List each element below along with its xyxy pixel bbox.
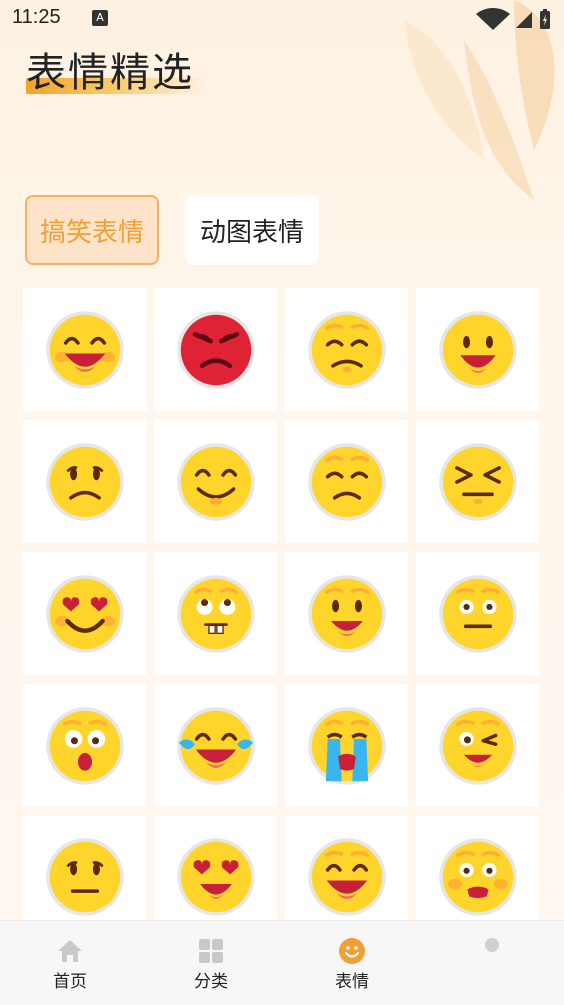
battery-icon <box>540 9 550 29</box>
dot-icon <box>485 938 499 952</box>
emoji-cell[interactable] <box>416 816 539 920</box>
emoji-cell[interactable] <box>416 684 539 807</box>
grinning-blush-emoji-icon <box>41 306 129 394</box>
tightly-closed-eyes-emoji-icon <box>434 438 522 526</box>
nav-item-category[interactable]: 分类 <box>161 921 261 1005</box>
emoji-cell[interactable] <box>285 684 408 807</box>
heart-eyes-smile-emoji-icon <box>41 570 129 658</box>
nav-label: 分类 <box>194 972 228 992</box>
emoji-cell[interactable] <box>416 288 539 411</box>
emoji-cell[interactable] <box>23 684 146 807</box>
sad-squint-emoji-icon <box>303 438 391 526</box>
emoji-cell[interactable] <box>23 420 146 543</box>
emoji-cell[interactable] <box>285 288 408 411</box>
bottom-navigation: 首页 分类 表情 <box>0 920 564 1005</box>
status-bar: 11:25 A <box>0 0 564 38</box>
emoji-cell[interactable] <box>154 288 277 411</box>
winking-emoji-icon <box>434 702 522 790</box>
tears-of-joy-emoji-icon <box>172 702 260 790</box>
grid-icon <box>199 939 223 963</box>
emoji-cell[interactable] <box>154 420 277 543</box>
emoji-cell[interactable] <box>154 684 277 807</box>
home-icon <box>58 940 82 962</box>
page-title: 表情精选 <box>26 50 194 96</box>
emoji-cell[interactable] <box>23 552 146 675</box>
neutral-wide-eyes-emoji-icon <box>434 570 522 658</box>
status-time: 11:25 <box>12 6 61 28</box>
page-header: 表情精选 <box>26 40 206 98</box>
frowning-emoji-icon <box>41 438 129 526</box>
smiley-icon <box>339 938 365 964</box>
emoji-cell[interactable] <box>23 816 146 920</box>
rolling-eyes-teeth-emoji-icon <box>172 570 260 658</box>
loudly-crying-emoji-icon <box>303 702 391 790</box>
nav-item-home[interactable]: 首页 <box>20 921 120 1005</box>
nav-label: 表情 <box>335 972 369 992</box>
nav-label: 首页 <box>53 972 87 992</box>
raised-brow-smile-emoji-icon <box>303 570 391 658</box>
emoji-cell[interactable] <box>285 816 408 920</box>
angry-red-emoji-icon <box>172 306 260 394</box>
emoji-cell[interactable] <box>154 816 277 920</box>
nav-item-emoji[interactable]: 表情 <box>302 921 402 1005</box>
signal-icon <box>516 12 532 28</box>
nav-item-profile[interactable] <box>442 921 542 1005</box>
blushing-worried-emoji-icon <box>434 833 522 921</box>
emoji-cell[interactable] <box>285 552 408 675</box>
status-indicators <box>476 8 550 30</box>
tab-animated-emoji[interactable]: 动图表情 <box>185 195 319 265</box>
emoji-cell[interactable] <box>416 552 539 675</box>
emoji-cell[interactable] <box>23 288 146 411</box>
neutral-face-emoji-icon <box>41 833 129 921</box>
unamused-emoji-icon <box>303 306 391 394</box>
emoji-cell[interactable] <box>285 420 408 543</box>
happy-open-mouth-emoji-icon <box>434 306 522 394</box>
content-smile-emoji-icon <box>172 438 260 526</box>
astonished-emoji-icon <box>41 702 129 790</box>
emoji-cell[interactable] <box>416 420 539 543</box>
heart-eyes-open-emoji-icon <box>172 833 260 921</box>
emoji-cell[interactable] <box>154 552 277 675</box>
grinning-raised-brows-emoji-icon <box>303 833 391 921</box>
wifi-icon <box>476 8 510 30</box>
tab-funny-emoji[interactable]: 搞笑表情 <box>25 195 159 265</box>
a-icon: A <box>92 10 108 26</box>
